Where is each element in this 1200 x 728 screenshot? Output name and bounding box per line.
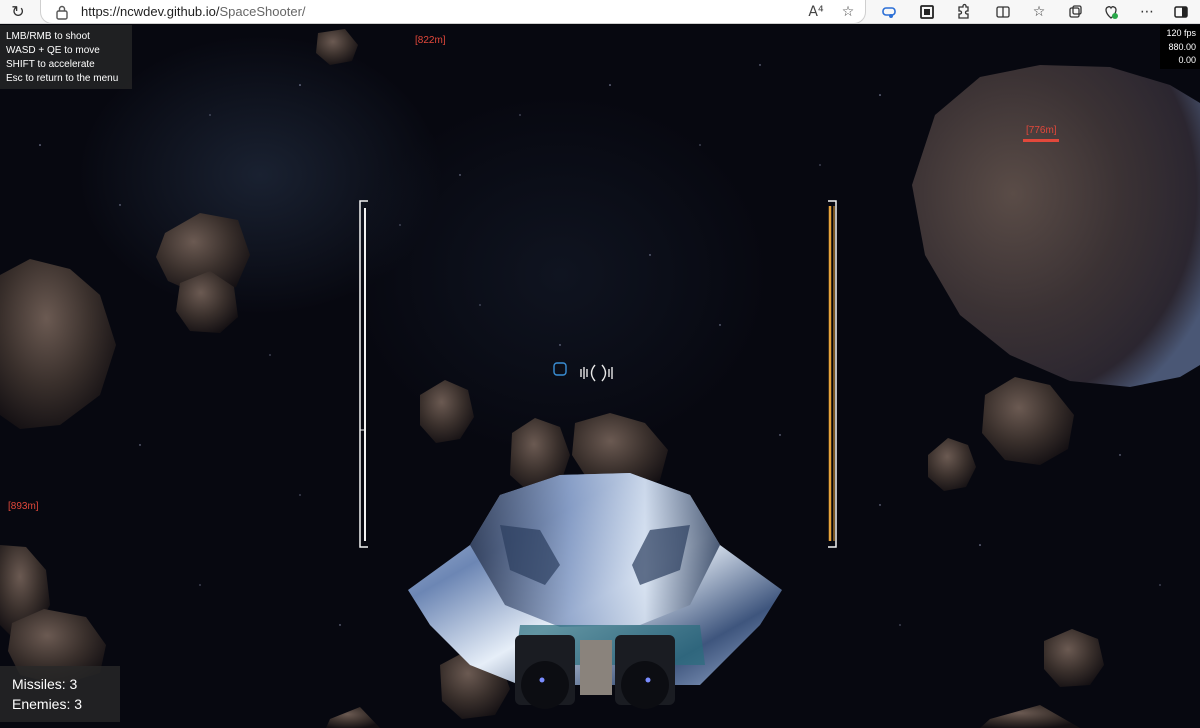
lock-icon [56,5,68,20]
fps-readout: 120 fps [1166,28,1196,38]
asteroid [982,377,1074,465]
media-icon[interactable] [918,3,936,21]
performance-stats: 120 fps 880.00 0.00 [1160,25,1200,69]
asteroid [316,29,358,65]
asteroid [326,707,380,728]
sidebar-icon[interactable] [1172,3,1190,21]
performance-icon[interactable] [1102,3,1120,21]
distance-marker: [776m] [1026,125,1057,136]
asteroid [980,705,1080,728]
game-canvas[interactable]: LMB/RMB to shoot WASD + QE to move SHIFT… [0,25,1200,728]
distance-marker: [893m] [8,501,39,512]
read-aloud-icon[interactable]: A⁴ [807,3,825,21]
stat-readout-2: 0.00 [1178,55,1196,65]
left-gauge [359,200,368,548]
extensions-icon[interactable] [954,3,972,21]
reload-icon[interactable]: ↻ [8,2,28,22]
help-line: Esc to return to the menu [6,73,119,84]
favorite-star-icon[interactable]: ☆ [839,3,857,21]
right-gauge [828,200,837,548]
target-health-bar [1023,139,1059,142]
enemies-count: Enemies: 3 [12,696,83,712]
collections-icon[interactable] [1066,3,1084,21]
browser-toolbar: ↻ https://ncwdev.github.io/SpaceShooter/… [0,0,1200,24]
missiles-count: Missiles: 3 [12,676,78,692]
controls-help-panel: LMB/RMB to shoot WASD + QE to move SHIFT… [0,25,132,89]
help-line: LMB/RMB to shoot [6,31,90,42]
space-scene [0,29,1200,728]
tracking-icon[interactable] [880,3,898,21]
help-line: SHIFT to accelerate [6,59,95,70]
stat-readout-1: 880.00 [1168,41,1196,52]
crosshair [553,362,613,382]
ammo-enemy-panel: Missiles: 3 Enemies: 3 [0,666,120,722]
asteroid [1044,629,1104,687]
favorites-icon[interactable]: ☆ [1030,3,1048,21]
address-bar[interactable]: https://ncwdev.github.io/SpaceShooter/ A… [40,0,866,24]
help-line: WASD + QE to move [6,45,100,56]
url-host: https://ncwdev.github.io/ [81,4,220,19]
asteroid [420,380,474,443]
split-screen-icon[interactable] [994,3,1012,21]
distance-marker: [822m] [415,35,446,46]
url-path: SpaceShooter/ [219,4,306,19]
asteroid [928,438,976,491]
asteroid [0,259,116,429]
url-text: https://ncwdev.github.io/SpaceShooter/ [81,4,306,19]
asteroid-large [912,65,1200,387]
more-menu-icon[interactable]: ⋯ [1138,3,1156,21]
